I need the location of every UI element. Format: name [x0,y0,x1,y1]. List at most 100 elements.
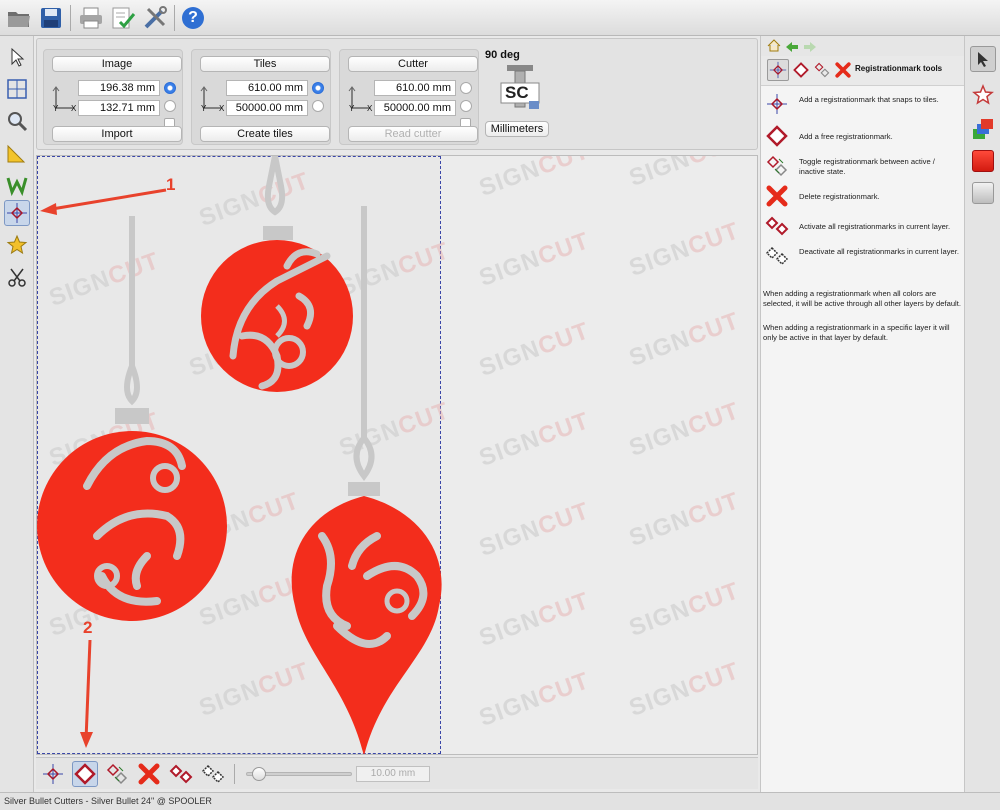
help-icon[interactable]: ? [178,3,208,33]
delete-registration-mark-icon [765,184,789,208]
zoom-value-field[interactable]: 10.00 mm [356,766,430,782]
select-arrow-icon[interactable] [4,44,30,70]
zoom-magnifier-icon[interactable] [4,108,30,134]
registration-mark-tool-icon[interactable] [4,200,30,226]
panel-note-specific-layer: When adding a registrationmark in a spec… [763,323,950,342]
y-axis-label: Y [349,104,355,113]
print-icon[interactable] [76,3,106,33]
left-toolbar [0,36,34,792]
layers-icon[interactable] [970,116,996,142]
panel-item-deactivate-all: Deactivate all registrationmarks in curr… [761,244,965,272]
panel-item-snap: Add a registrationmark that snaps to til… [761,92,965,120]
image-radio-2[interactable] [164,100,176,112]
panel-item-text: Add a registrationmark that snaps to til… [799,95,939,104]
y-axis-label: Y [201,104,207,113]
panel-note-all-colors: When adding a registrationmark when all … [763,289,961,308]
toggle-registration-mark-icon[interactable] [811,59,833,81]
panel-item-toggle: Toggle registrationmark between active /… [761,154,965,182]
read-cutter-button[interactable]: Read cutter [348,126,478,142]
panel-tool-row: Registrationmark tools [761,56,965,86]
annotation-label-2: 2 [83,618,93,637]
tiles-group: Tiles Y X 610.00 mm 50000.00 mm Create t… [191,49,331,145]
drawing-canvas[interactable]: SIGNCUT SIGNCUT SIGNCUT SIGNCUT SIGNCUT … [36,155,758,755]
scissors-icon[interactable] [4,264,30,290]
panel-item-text: Add a free registrationmark. [799,132,893,141]
delete-registration-mark-icon[interactable] [832,59,854,81]
zoom-slider-knob[interactable] [251,767,266,781]
cutter-radio-2[interactable] [460,100,472,112]
panel-nav [761,36,965,56]
tiles-button[interactable]: Tiles [200,56,330,72]
x-axis-label: X [71,104,77,113]
signcut-logo[interactable]: SC [499,63,541,111]
image-group: Image Y X 196.38 mm 132.71 mm Import [43,49,183,145]
checklist-icon[interactable] [108,3,138,33]
ornaments-artwork[interactable] [37,156,758,755]
deactivate-all-marks-icon[interactable] [200,761,226,787]
panel-item-text: Delete registrationmark. [799,192,880,201]
registration-mark-toolbar: 10.00 mm [36,757,758,789]
tiles-radio-2[interactable] [312,100,324,112]
snap-registration-mark-icon [765,92,789,116]
rotation-label: 90 deg [485,49,520,61]
deactivate-all-marks-icon [765,244,789,268]
ruler-icon[interactable] [4,140,30,166]
panel-item-text: Deactivate all registrationmarks in curr… [799,247,959,256]
tile-width-field[interactable]: 610.00 mm [226,80,308,96]
snap-registration-mark-icon[interactable] [40,761,66,787]
units-button[interactable]: Millimeters [485,121,549,137]
panel-item-text: Activate all registrationmarks in curren… [799,222,951,231]
star-effects-icon[interactable] [4,232,30,258]
panel-item-activate-all: Activate all registrationmarks in curren… [761,214,965,242]
x-axis-label: X [367,104,373,113]
snap-registration-mark-icon[interactable] [767,59,789,81]
delete-registration-mark-icon[interactable] [136,761,162,787]
image-width-field[interactable]: 196.38 mm [78,80,160,96]
image-height-field[interactable]: 132.71 mm [78,100,160,116]
cutter-height-field[interactable]: 50000.00 mm [374,100,456,116]
toggle-registration-mark-icon[interactable] [104,761,130,787]
image-radio[interactable] [164,82,176,94]
weed-tool-icon[interactable] [4,172,30,198]
tiles-grid-icon[interactable] [4,76,30,102]
panel-item-text: Toggle registrationmark between active /… [799,157,935,176]
gray-color-swatch[interactable] [970,180,996,206]
save-disk-icon[interactable] [36,3,66,33]
panel-item-delete: Delete registrationmark. [761,184,965,212]
annotation-label-1: 1 [166,175,176,194]
help-glyph: ? [188,9,198,26]
cutter-width-field[interactable]: 610.00 mm [374,80,456,96]
red-color-swatch[interactable] [970,148,996,174]
right-toolbar [964,36,1000,792]
left-ornament[interactable] [37,216,227,621]
logo-text: SC [505,83,529,103]
home-icon[interactable] [767,39,781,57]
import-button[interactable]: Import [52,126,182,142]
top-ornament[interactable] [201,156,353,392]
free-registration-mark-icon [765,124,789,148]
x-axis-label: X [219,104,225,113]
open-folder-icon[interactable] [4,3,34,33]
cutter-button[interactable]: Cutter [348,56,478,72]
toggle-registration-mark-icon [765,154,789,178]
main-toolbar: ? [0,0,1000,36]
tiling-parameters-bar: Image Y X 196.38 mm 132.71 mm Import Til… [36,38,758,150]
cutter-group: Cutter Y X 610.00 mm 50000.00 mm Read cu… [339,49,479,145]
free-registration-mark-icon[interactable] [72,761,98,787]
activate-all-marks-icon [765,214,789,238]
tiles-radio[interactable] [312,82,324,94]
panel-title: Registrationmark tools [855,64,943,73]
tile-height-field[interactable]: 50000.00 mm [226,100,308,116]
pointer-icon[interactable] [970,46,996,72]
create-tiles-button[interactable]: Create tiles [200,126,330,142]
panel-item-free: Add a free registrationmark. [761,124,965,152]
zoom-slider[interactable] [246,767,352,781]
tools-icon[interactable] [140,3,170,33]
free-registration-mark-icon[interactable] [790,59,812,81]
image-button[interactable]: Image [52,56,182,72]
status-bar: Silver Bullet Cutters - Silver Bullet 24… [0,792,1000,810]
activate-all-marks-icon[interactable] [168,761,194,787]
star-outline-icon[interactable] [970,82,996,108]
logo-letters: SC [505,83,529,102]
cutter-radio[interactable] [460,82,472,94]
